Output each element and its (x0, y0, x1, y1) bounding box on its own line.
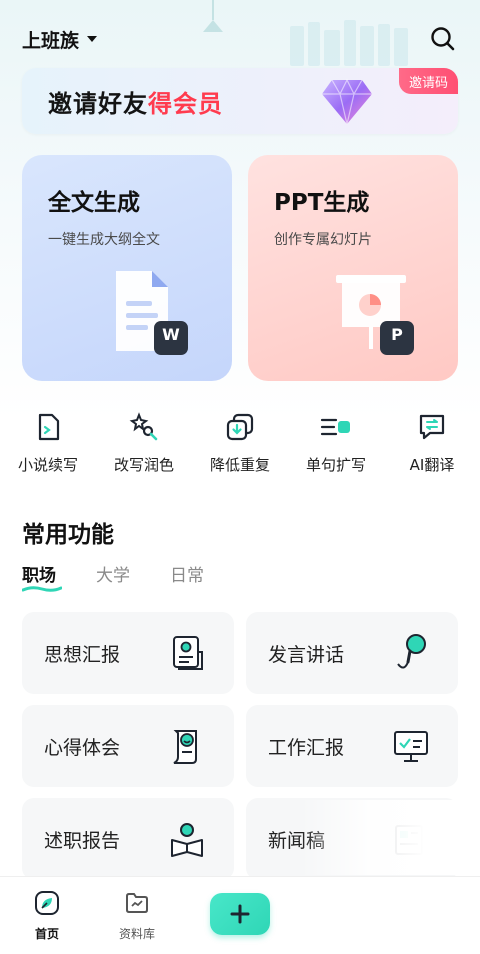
header: 上班族 (22, 24, 458, 54)
ppt-badge-letter: P (391, 325, 403, 344)
func-label: 新闻稿 (268, 829, 326, 852)
func-duty-report[interactable]: 述职报告 (22, 798, 234, 880)
home-leaf-icon (33, 889, 61, 917)
polish-icon (127, 410, 161, 444)
microphone-icon (397, 634, 426, 669)
tab-university[interactable]: 大学 (96, 561, 130, 586)
card-title: PPT生成 (274, 190, 370, 216)
tool-translate[interactable]: AI翻译 (384, 410, 480, 480)
nav-home[interactable]: 首页 (12, 889, 82, 942)
card-subtitle: 一键生成大纲全文 (48, 232, 160, 248)
func-reflection[interactable]: 心得体会 (22, 705, 234, 787)
tab-label: 大学 (96, 566, 130, 586)
func-press-release[interactable]: 新闻稿 (246, 798, 458, 880)
invite-text: 邀请好友得会员 (48, 84, 223, 119)
func-label: 心得体会 (44, 736, 121, 759)
scroll-icon (173, 730, 197, 764)
tab-daily[interactable]: 日常 (170, 561, 204, 586)
tools-row: 小说续写 改写润色 降低重复 单句扩写 AI翻译 (0, 410, 480, 480)
monitor-icon (394, 731, 428, 762)
gem-icon (322, 78, 372, 125)
invite-banner[interactable]: 邀请好友得会员 邀请码 (22, 68, 458, 134)
invite-text-highlight: 得会员 (148, 89, 223, 118)
create-button[interactable] (210, 893, 270, 935)
tool-label: 降低重复 (209, 456, 270, 474)
expand-sentence-icon (319, 410, 353, 444)
novel-continue-icon (31, 410, 65, 444)
invite-code-badge[interactable]: 邀请码 (398, 68, 458, 94)
nav-label: 资料库 (118, 927, 155, 941)
role-selector[interactable]: 上班族 (22, 26, 98, 53)
func-label: 工作汇报 (268, 736, 345, 759)
section-title: 常用功能 (22, 522, 114, 548)
tool-label: AI翻译 (409, 456, 455, 474)
func-label: 思想汇报 (44, 643, 121, 666)
tab-label: 职场 (22, 566, 56, 586)
tool-expand-sentence[interactable]: 单句扩写 (288, 410, 384, 480)
tool-reduce-duplicate[interactable]: 降低重复 (192, 410, 288, 480)
ppt-generate-card[interactable]: PPT生成 创作专属幻灯片 P (248, 155, 458, 381)
reading-person-icon (171, 823, 203, 857)
func-label: 述职报告 (44, 829, 121, 852)
tab-active-underline (22, 586, 62, 592)
newspaper-icon (395, 825, 423, 855)
category-tabs: 职场 大学 日常 (22, 561, 204, 592)
reduce-duplicate-icon (223, 410, 257, 444)
tool-label: 小说续写 (17, 456, 78, 474)
nav-label: 首页 (34, 927, 59, 941)
tool-novel-continue[interactable]: 小说续写 (0, 410, 96, 480)
translate-icon (415, 410, 449, 444)
card-subtitle: 创作专属幻灯片 (274, 232, 372, 248)
nav-library[interactable]: 资料库 (102, 889, 172, 942)
search-icon[interactable] (428, 24, 458, 54)
tool-label: 改写润色 (113, 456, 174, 474)
plus-icon (230, 904, 250, 924)
func-label: 发言讲话 (268, 643, 345, 666)
full-text-generate-card[interactable]: 全文生成 一键生成大纲全文 W (22, 155, 232, 381)
tab-workplace[interactable]: 职场 (22, 561, 62, 592)
word-badge-letter: W (162, 325, 180, 344)
func-thought-report[interactable]: 思想汇报 (22, 612, 234, 694)
tool-polish[interactable]: 改写润色 (96, 410, 192, 480)
func-work-report[interactable]: 工作汇报 (246, 705, 458, 787)
tab-label: 日常 (170, 566, 204, 586)
role-label: 上班族 (22, 29, 80, 52)
report-icon (173, 636, 203, 670)
folder-icon (123, 889, 151, 917)
card-title: 全文生成 (48, 190, 140, 216)
caret-down-icon (87, 36, 98, 42)
tool-label: 单句扩写 (305, 456, 366, 474)
bottom-nav: 首页 资料库 (0, 876, 480, 954)
func-speech[interactable]: 发言讲话 (246, 612, 458, 694)
invite-text-plain: 邀请好友 (48, 89, 148, 118)
